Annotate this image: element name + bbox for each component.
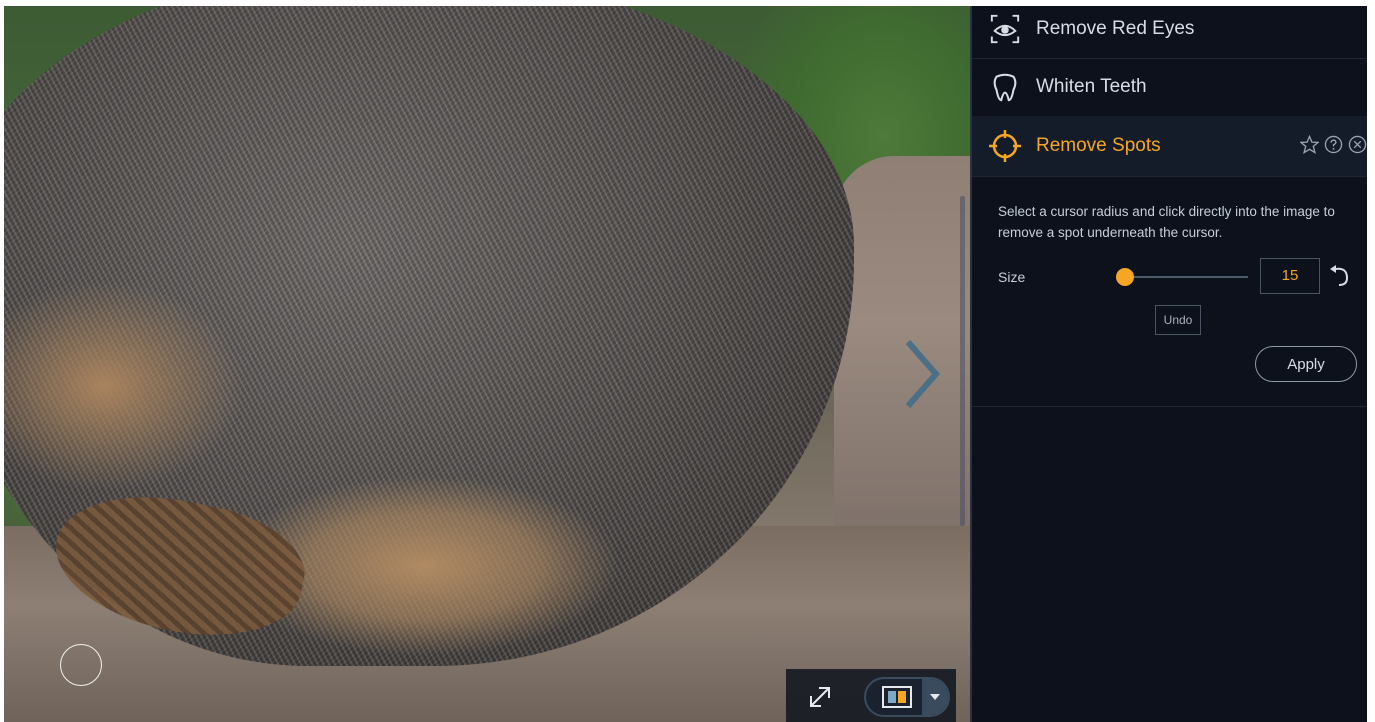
chevron-right-icon xyxy=(905,340,940,408)
compare-view-button[interactable] xyxy=(872,683,922,711)
size-value-field[interactable]: 15 xyxy=(1260,258,1320,294)
help-button[interactable] xyxy=(1323,134,1343,154)
red-eye-icon xyxy=(988,12,1022,46)
canvas-toolbar xyxy=(786,669,956,722)
tool-label: Remove Spots xyxy=(1036,135,1161,156)
slider-thumb[interactable] xyxy=(1116,268,1134,286)
next-image-arrow[interactable] xyxy=(896,336,946,412)
tools-panel: Remove Red Eyes Whiten Teeth Remove Spot… xyxy=(972,6,1367,722)
tool-whiten-teeth[interactable]: Whiten Teeth xyxy=(972,58,1367,117)
star-icon xyxy=(1299,134,1319,154)
size-slider[interactable] xyxy=(1116,268,1248,286)
photo-canvas[interactable] xyxy=(4,6,970,722)
window-edge xyxy=(1367,0,1375,722)
favorite-star-button[interactable] xyxy=(1299,134,1319,154)
tool-row-actions xyxy=(1299,134,1367,154)
remove-spots-description: Select a cursor radius and click directl… xyxy=(998,204,1335,240)
tooth-icon xyxy=(988,70,1022,104)
size-label: Size xyxy=(998,269,1026,285)
undo-button[interactable]: Undo xyxy=(1155,305,1201,335)
slider-track xyxy=(1124,276,1248,278)
canvas-scrollbar[interactable] xyxy=(960,196,965,526)
close-tool-button[interactable] xyxy=(1347,134,1367,154)
chevron-down-icon xyxy=(930,694,940,700)
compare-view-icon xyxy=(882,686,912,708)
reset-icon xyxy=(1330,265,1349,286)
help-icon xyxy=(1324,135,1342,153)
tool-remove-spots[interactable]: Remove Spots xyxy=(972,116,1367,177)
spot-cursor-circle xyxy=(60,644,102,686)
close-icon xyxy=(1348,135,1366,153)
apply-button[interactable]: Apply xyxy=(1255,346,1357,382)
tool-label: Whiten Teeth xyxy=(1036,76,1147,97)
section-divider xyxy=(972,406,1367,407)
expand-icon xyxy=(810,687,830,707)
tool-label: Remove Red Eyes xyxy=(1036,18,1195,39)
reset-size-button[interactable] xyxy=(1327,264,1351,288)
compare-view-group xyxy=(864,677,950,717)
compare-view-dropdown[interactable] xyxy=(922,679,948,715)
tool-remove-red-eyes[interactable]: Remove Red Eyes xyxy=(972,0,1367,59)
expand-button[interactable] xyxy=(804,681,836,713)
crosshair-icon xyxy=(988,129,1022,163)
